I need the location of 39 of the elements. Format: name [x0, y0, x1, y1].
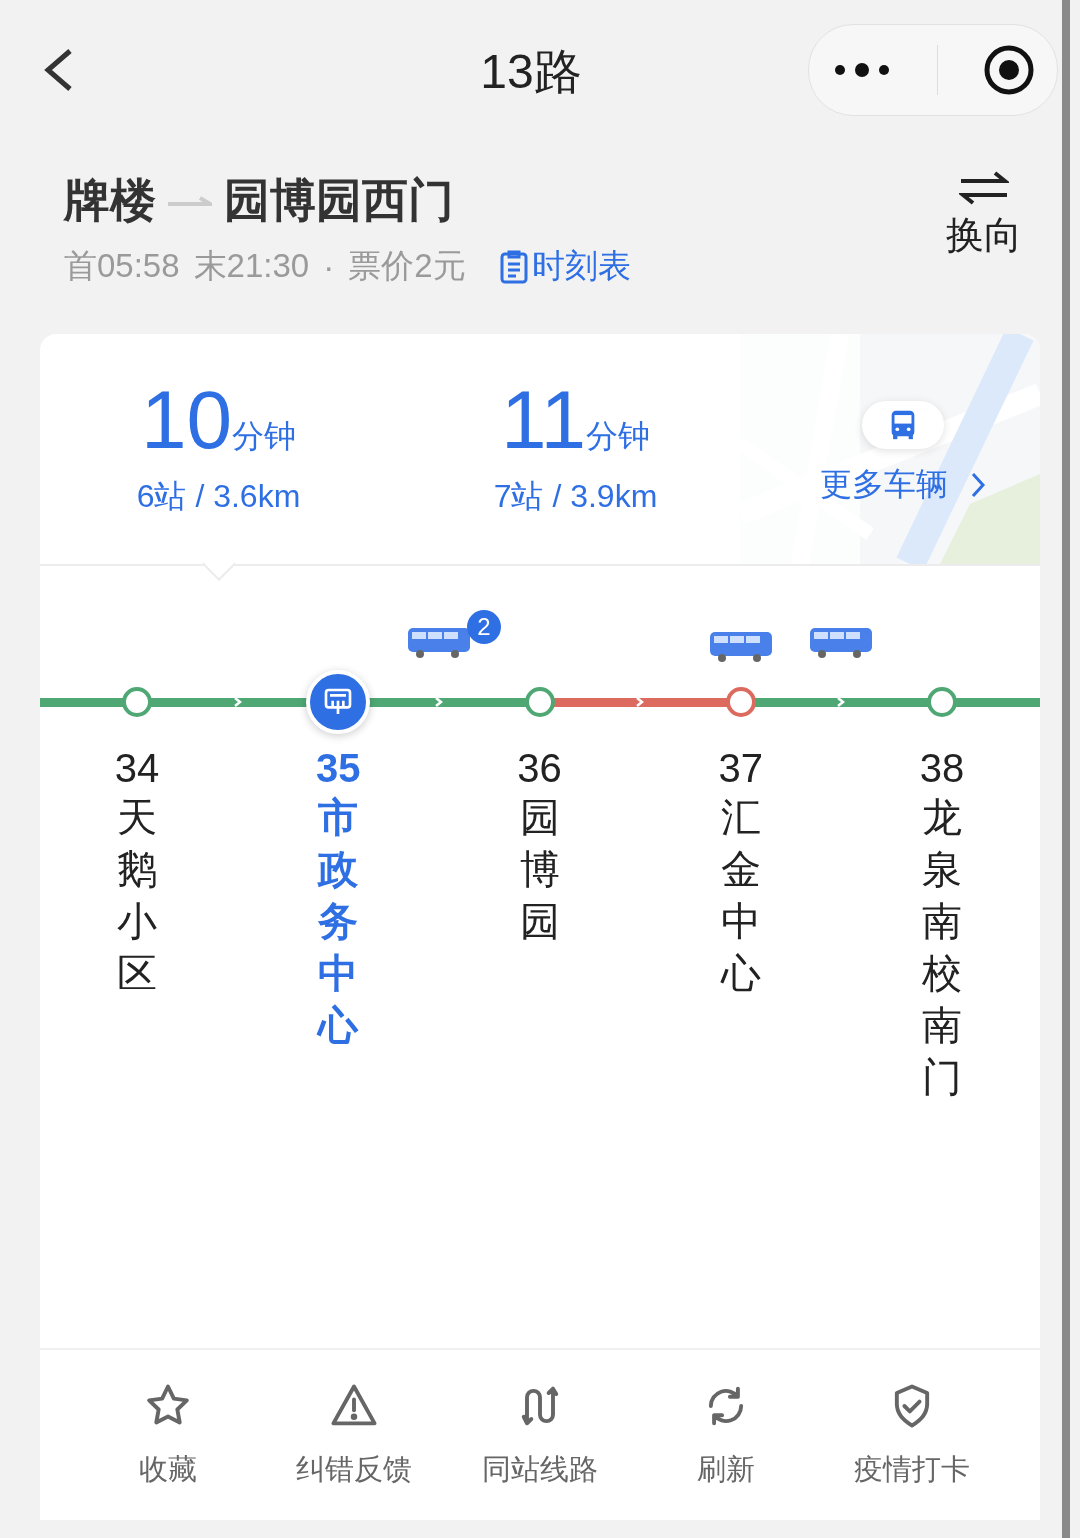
origin-stop: 牌楼	[64, 173, 156, 228]
clipboard-icon	[499, 249, 528, 284]
action-button[interactable]: 疫情打卡	[819, 1350, 1005, 1520]
last-bus-time: 末21:30	[193, 246, 310, 286]
timetable-link[interactable]: 时刻表	[499, 244, 631, 289]
page-title: 13路	[480, 45, 582, 98]
arrival-distance: 6站 / 3.6km	[136, 477, 301, 516]
stop-number: 36	[517, 746, 562, 791]
arrival-minutes: 11	[500, 379, 587, 461]
stop-number: 37	[718, 746, 763, 791]
action-button[interactable]: 收藏	[75, 1350, 261, 1520]
minutes-unit: 分钟	[586, 418, 651, 456]
arrival-option[interactable]: 11分钟 7站 / 3.9km	[397, 334, 754, 564]
first-bus-time: 首05:58	[64, 246, 180, 286]
action-button[interactable]: 刷新	[633, 1350, 819, 1520]
stop-name: 园博园	[519, 794, 560, 945]
action-button[interactable]: 同站线路	[447, 1350, 633, 1520]
fare: 票价2元	[348, 246, 466, 286]
chevron-right-icon	[970, 471, 986, 499]
minutes-unit: 分钟	[232, 418, 297, 456]
arrival-option[interactable]: 10分钟 6站 / 3.6km	[40, 334, 397, 564]
more-vehicles-link[interactable]: 更多车辆	[820, 463, 986, 507]
reverse-button[interactable]: 换向	[946, 170, 1022, 270]
scrollbar[interactable]	[1062, 0, 1070, 1538]
stop-name: 市政务中心	[318, 794, 359, 1049]
stop-number: 34	[114, 746, 160, 791]
stop-name: 天鹅小区	[117, 794, 157, 997]
bus-count-badge: 2	[466, 610, 501, 644]
destination-stop: 园博园西门	[224, 173, 454, 228]
stop-number: 38	[919, 746, 965, 791]
swap-icon	[959, 170, 1009, 206]
arrival-distance: 7站 / 3.9km	[493, 477, 658, 516]
stop-name: 汇金中心	[720, 794, 761, 997]
stop-name: 龙泉南校南门	[922, 794, 962, 1101]
action-button[interactable]: 纠错反馈	[261, 1350, 447, 1520]
stop-number: 35	[316, 746, 361, 791]
arrival-minutes: 10	[140, 379, 233, 461]
close-button[interactable]	[982, 44, 1035, 96]
separator-dot: ·	[323, 247, 335, 286]
